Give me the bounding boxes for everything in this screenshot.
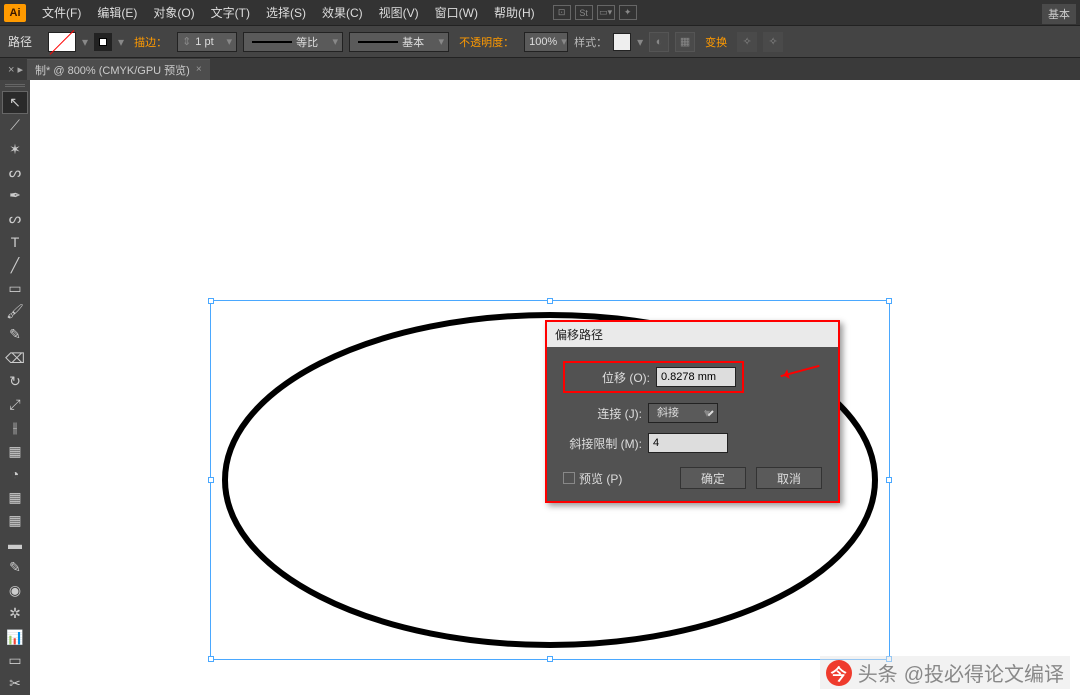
opacity-input[interactable]: 100%▾: [524, 32, 568, 52]
graph-tool-icon[interactable]: 📊: [2, 625, 28, 648]
isolate-icon[interactable]: ✧: [737, 32, 757, 52]
stroke-label[interactable]: 描边：: [130, 34, 171, 50]
cancel-button[interactable]: 取消: [756, 467, 822, 489]
offset-input[interactable]: [656, 367, 736, 387]
slice-tool-icon[interactable]: ✂: [2, 672, 28, 695]
stroke-profile-1[interactable]: 等比▾: [243, 32, 343, 52]
magic-wand-tool-icon[interactable]: ✶: [2, 138, 28, 161]
offset-path-dialog: 偏移路径 位移 (O): 连接 (J): 斜接 ▾ 斜接限制 (M): 预览 (…: [545, 320, 840, 503]
symbol-tool-icon[interactable]: ✲: [2, 602, 28, 625]
recolor-icon[interactable]: ◐: [649, 32, 669, 52]
handle-b[interactable]: [547, 656, 553, 662]
menu-view[interactable]: 视图(V): [371, 0, 427, 26]
fill-swatch[interactable]: [48, 32, 76, 52]
watermark-prefix: 头条: [858, 658, 898, 687]
menu-text[interactable]: 文字(T): [203, 0, 258, 26]
selection-tool-icon[interactable]: ↖: [2, 91, 28, 114]
menu-file[interactable]: 文件(F): [34, 0, 89, 26]
shape-builder-tool-icon[interactable]: ◔: [2, 463, 28, 486]
stroke-swatch[interactable]: [94, 33, 112, 51]
document-tab[interactable]: 制* @ 800% (CMYK/GPU 预览) ×: [27, 59, 210, 80]
artboard-tool-icon[interactable]: ▭: [2, 649, 28, 672]
document-tab-title: 制* @ 800% (CMYK/GPU 预览): [35, 62, 190, 78]
selection-type-label: 路径: [8, 33, 32, 50]
options-bar: 路径 ▾ ▾ 描边： ⇕1 pt▾ 等比▾ 基本▾ 不透明度： 100%▾ 样式…: [0, 26, 1080, 58]
ok-button[interactable]: 确定: [680, 467, 746, 489]
style-swatch[interactable]: [613, 33, 631, 51]
tool-panel: ↖ ⟋ ✶ ᔕ ✒ ᔕ T ╱ ▭ 🖌 ✎ ⌫ ↻ ⤢ ⫲ ▦ ◔ ▦ ▦ ▬ …: [0, 80, 30, 695]
pencil-tool-icon[interactable]: ✎: [2, 323, 28, 346]
handle-bl[interactable]: [208, 656, 214, 662]
toggle-1-icon[interactable]: ⊡: [553, 5, 571, 20]
join-label: 连接 (J):: [563, 405, 648, 422]
menu-object[interactable]: 对象(O): [145, 0, 202, 26]
mesh-tool-icon[interactable]: ▦: [2, 509, 28, 532]
offset-label: 位移 (O):: [571, 369, 656, 386]
handle-t[interactable]: [547, 298, 553, 304]
miter-label: 斜接限制 (M):: [563, 435, 648, 452]
menubar: Ai 文件(F) 编辑(E) 对象(O) 文字(T) 选择(S) 效果(C) 视…: [0, 0, 1080, 26]
lasso-tool-icon[interactable]: ᔕ: [2, 161, 28, 184]
menu-help[interactable]: 帮助(H): [486, 0, 543, 26]
toggle-2-icon[interactable]: St: [575, 5, 593, 20]
curvature-tool-icon[interactable]: ᔕ: [2, 207, 28, 230]
handle-r[interactable]: [886, 477, 892, 483]
preview-checkbox[interactable]: 预览 (P): [563, 470, 670, 487]
rotate-tool-icon[interactable]: ↻: [2, 370, 28, 393]
document-tab-bar: × ▸ 制* @ 800% (CMYK/GPU 预览) ×: [0, 58, 1080, 80]
width-tool-icon[interactable]: ⫲: [2, 416, 28, 439]
gradient-tool-icon[interactable]: ▬: [2, 532, 28, 555]
line-tool-icon[interactable]: ╱: [2, 254, 28, 277]
menu-effect[interactable]: 效果(C): [314, 0, 371, 26]
blend-tool-icon[interactable]: ◉: [2, 579, 28, 602]
toggle-4-icon[interactable]: ✦: [619, 5, 637, 20]
brush-tool-icon[interactable]: 🖌: [2, 300, 28, 323]
tab-close-icon[interactable]: ×: [196, 64, 202, 75]
direct-select-tool-icon[interactable]: ⟋: [2, 114, 28, 137]
handle-tr[interactable]: [886, 298, 892, 304]
free-transform-tool-icon[interactable]: ▦: [2, 440, 28, 463]
tab-prefix-icon[interactable]: × ▸: [4, 63, 27, 76]
watermark-logo-icon: 今: [826, 660, 852, 686]
watermark-text: @投必得论文编译: [904, 658, 1064, 687]
stroke-weight-input[interactable]: ⇕1 pt▾: [177, 32, 237, 52]
dialog-title[interactable]: 偏移路径: [547, 322, 838, 347]
menu-window[interactable]: 窗口(W): [427, 0, 486, 26]
workspace-switcher[interactable]: 基本: [1042, 4, 1076, 24]
type-tool-icon[interactable]: T: [2, 230, 28, 253]
toggle-3-icon[interactable]: ▭▾: [597, 5, 615, 20]
watermark: 今 头条 @投必得论文编译: [820, 656, 1070, 689]
canvas[interactable]: 偏移路径 位移 (O): 连接 (J): 斜接 ▾ 斜接限制 (M): 预览 (…: [30, 80, 1080, 695]
shape-tool-icon[interactable]: ▭: [2, 277, 28, 300]
menu-select[interactable]: 选择(S): [258, 0, 314, 26]
extra-icon[interactable]: ✧: [763, 32, 783, 52]
style-label: 样式：: [574, 34, 607, 50]
handle-l[interactable]: [208, 477, 214, 483]
perspective-tool-icon[interactable]: ▦: [2, 486, 28, 509]
pen-tool-icon[interactable]: ✒: [2, 184, 28, 207]
app-logo-icon: Ai: [4, 4, 26, 22]
transform-label[interactable]: 变换: [701, 34, 731, 50]
stroke-profile-2[interactable]: 基本▾: [349, 32, 449, 52]
miter-input[interactable]: [648, 433, 728, 453]
menu-edit[interactable]: 编辑(E): [89, 0, 145, 26]
align-icon[interactable]: ▦: [675, 32, 695, 52]
eraser-tool-icon[interactable]: ⌫: [2, 347, 28, 370]
opacity-label[interactable]: 不透明度：: [455, 34, 518, 50]
eyedropper-tool-icon[interactable]: ✎: [2, 556, 28, 579]
panel-grip-icon[interactable]: [5, 84, 25, 87]
scale-tool-icon[interactable]: ⤢: [2, 393, 28, 416]
handle-tl[interactable]: [208, 298, 214, 304]
